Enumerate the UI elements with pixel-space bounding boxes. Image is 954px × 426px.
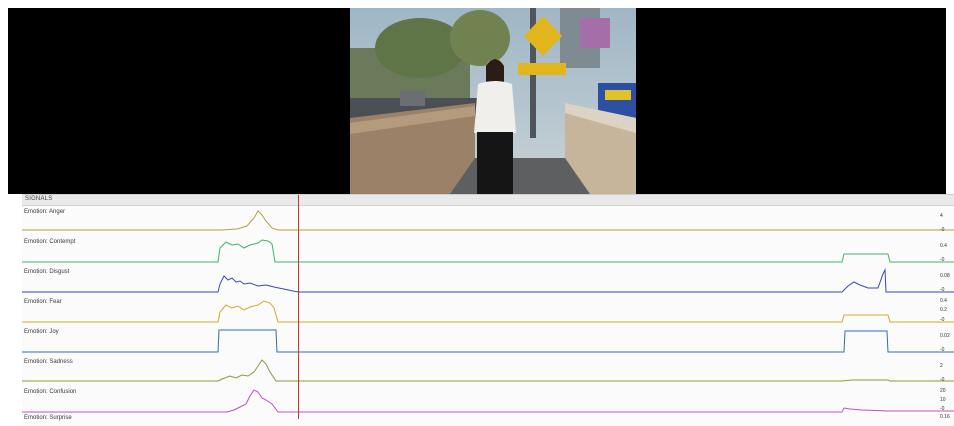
signal-row-joy[interactable]: Emotion: Joy 0.02 -0: [22, 326, 954, 357]
video-frame: [350, 8, 636, 194]
signal-trace: [22, 329, 954, 353]
signals-panel: SIGNALS Emotion: Anger 4 -0 Emotion: Con…: [22, 194, 954, 426]
signal-trace: [22, 389, 954, 413]
scale-min: -0: [940, 347, 945, 353]
signal-trace: [22, 210, 954, 231]
scale-max: 0.16: [940, 414, 950, 420]
signal-row-disgust[interactable]: Emotion: Disgust 0.08 -0: [22, 266, 954, 297]
signal-label: Emotion: Surprise: [24, 415, 72, 421]
signal-trace: [22, 268, 954, 293]
playhead-marker[interactable]: [298, 195, 299, 419]
signals-header: SIGNALS: [22, 195, 954, 206]
signal-trace: [22, 239, 954, 263]
scale-min: -0: [940, 317, 945, 323]
signal-row-fear[interactable]: Emotion: Fear 0.4 0.2 -0: [22, 296, 954, 327]
scale-max: 0.02: [940, 333, 950, 339]
scale-max: 4: [940, 213, 943, 219]
scale-max: 0.08: [940, 273, 950, 279]
scale-min: -0: [940, 406, 945, 412]
signal-row-anger[interactable]: Emotion: Anger 4 -0: [22, 206, 954, 237]
panel-title: SIGNALS: [25, 196, 53, 202]
signal-row-contempt[interactable]: Emotion: Contempt 0.4 -0: [22, 236, 954, 267]
scale-max: 2: [940, 363, 943, 369]
scale-min: -0: [940, 287, 945, 293]
scale-max: 0.4: [940, 243, 947, 249]
signal-trace: [22, 300, 954, 323]
scale-max: 0.4: [940, 298, 947, 304]
signal-trace: [22, 359, 954, 382]
scale-min: -0: [940, 257, 945, 263]
signal-row-confusion[interactable]: Emotion: Confusion 20 10 -0: [22, 386, 954, 417]
scale-min: -0: [940, 377, 945, 383]
scale-mid: 0.2: [940, 307, 947, 313]
signal-row-sadness[interactable]: Emotion: Sadness 2 -0: [22, 356, 954, 387]
scale-max: 20: [940, 388, 946, 394]
scale-mid: 10: [940, 397, 946, 403]
scale-min: -0: [940, 227, 945, 233]
